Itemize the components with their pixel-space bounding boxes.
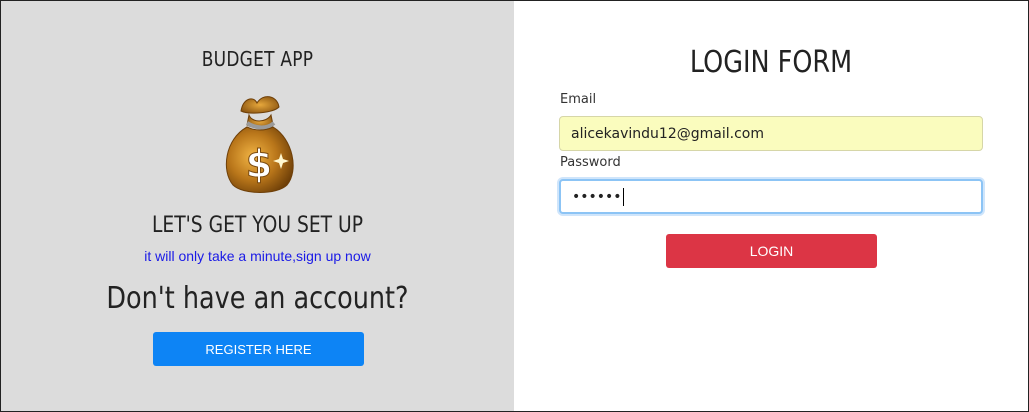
- money-bag-icon: $: [225, 96, 294, 193]
- setup-title: LET'S GET YOU SET UP: [151, 213, 364, 238]
- password-field[interactable]: ••••••: [559, 179, 983, 214]
- setup-subtitle: it will only take a minute,sign up now: [144, 248, 371, 264]
- no-account-heading: Don't have an account?: [106, 281, 409, 316]
- svg-text:$: $: [246, 142, 272, 186]
- password-label: Password: [560, 155, 621, 170]
- login-title: LOGIN FORM: [689, 45, 853, 80]
- login-panel: LOGIN FORM Email alicekavindu12@gmail.co…: [514, 1, 1028, 411]
- email-value: alicekavindu12@gmail.com: [571, 125, 764, 142]
- email-label: Email: [560, 92, 597, 107]
- password-value: ••••••: [572, 188, 622, 205]
- signup-panel: BUDGET APP $ LET'S GET YOU SET UP it wil…: [1, 1, 514, 411]
- text-caret: [622, 187, 624, 206]
- login-button[interactable]: LOGIN: [666, 234, 877, 268]
- page-frame: BUDGET APP $ LET'S GET YOU SET UP it wil…: [0, 0, 1029, 412]
- email-field[interactable]: alicekavindu12@gmail.com: [559, 116, 983, 151]
- app-title: BUDGET APP: [201, 47, 314, 71]
- register-button[interactable]: REGISTER HERE: [153, 332, 364, 366]
